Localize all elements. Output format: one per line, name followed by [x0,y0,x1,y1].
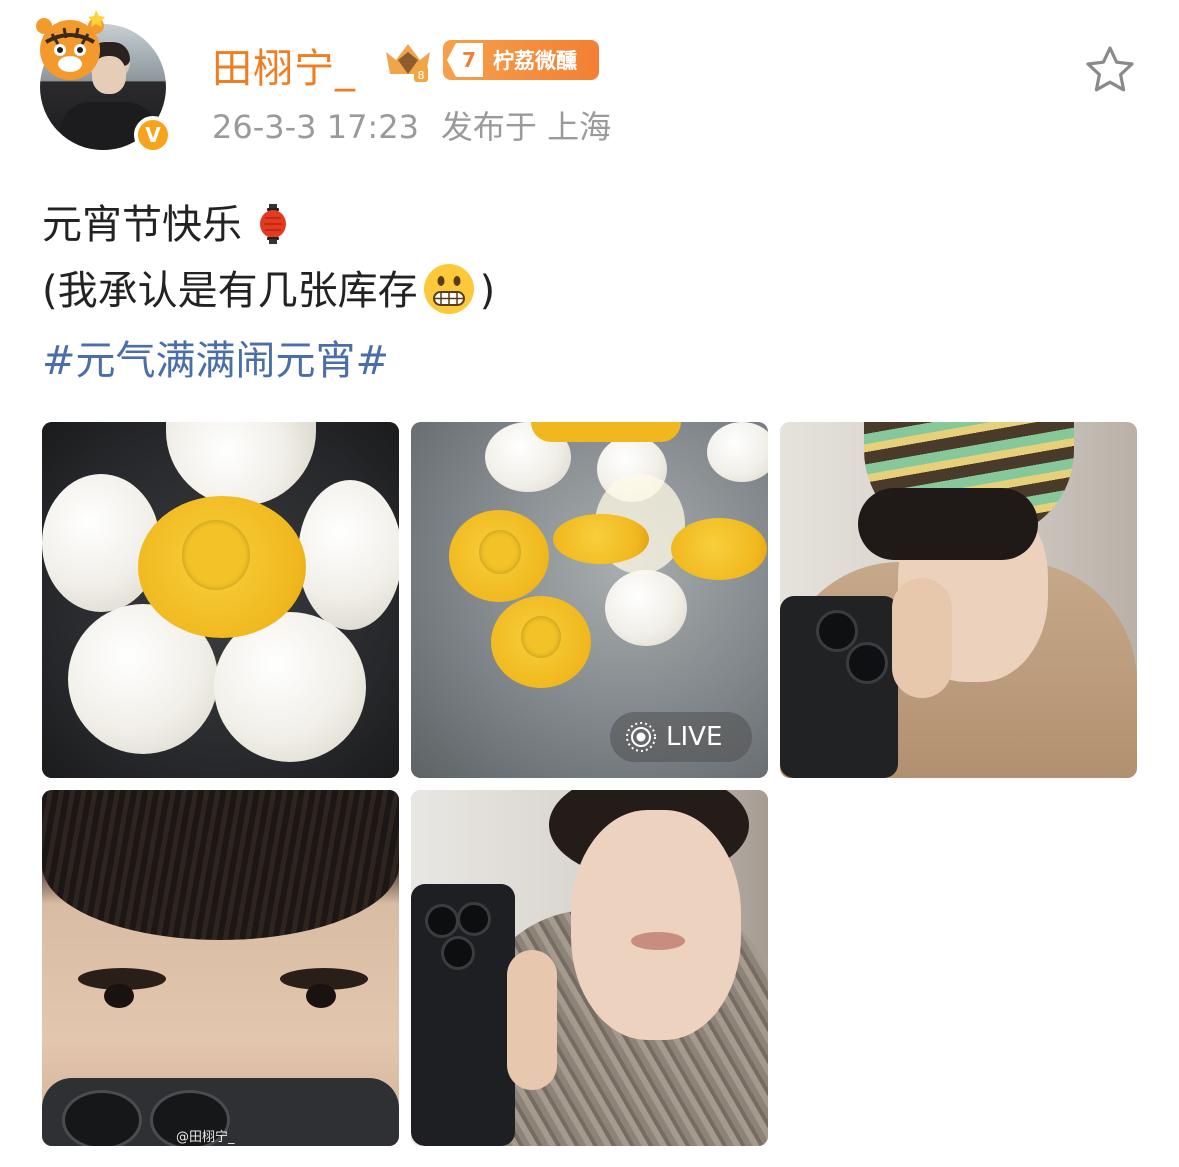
level-label: 柠荔微醺 [493,49,577,73]
lantern-emoji-icon [258,204,288,244]
post-text-close: ) [479,268,496,314]
post-time: 26-3-3 17:23 [212,108,419,146]
photo-1[interactable] [42,422,399,778]
crown-badge-icon[interactable]: 8 [380,38,436,84]
post-meta: 26-3-3 17:23 发布于 上海 [212,102,611,148]
post-text-line-2: (我承认是有几张库存 ) [42,258,495,316]
verified-icon: V [134,116,172,154]
photo-3[interactable] [780,422,1137,778]
author-name[interactable]: 田栩宁_ [212,36,356,94]
star-icon[interactable] [1084,44,1136,94]
photo-2-live[interactable]: LIVE [411,422,768,778]
post-text-aside: (我承认是有几张库存 [42,268,418,314]
weibo-post: V 田栩宁_ 8 7 柠荔微醺 26-3-3 17:23 发布于 上海 元宵节快乐… [0,0,1179,1167]
live-label: LIVE [666,722,723,752]
svg-text:8: 8 [418,69,425,82]
live-photo-icon [626,722,656,752]
level-tag[interactable]: 7 柠荔微醺 [443,40,599,80]
grimace-emoji-icon [422,262,476,316]
post-text: 元宵节快乐 [42,202,242,248]
post-location: 发布于 上海 [440,108,612,146]
post-text-line-1: 元宵节快乐 [42,192,288,250]
level-number: 7 [447,43,483,77]
tiger-avatar-frame-icon [36,10,105,80]
hashtag-link[interactable]: #元气满满闹元宵# [42,328,389,386]
avatar[interactable]: V [30,4,178,156]
photo-5[interactable] [411,790,768,1146]
photo-4[interactable]: @田栩宁_ [42,790,399,1146]
watermark: @田栩宁_ [176,1130,235,1145]
live-photo-badge: LIVE [610,712,752,762]
